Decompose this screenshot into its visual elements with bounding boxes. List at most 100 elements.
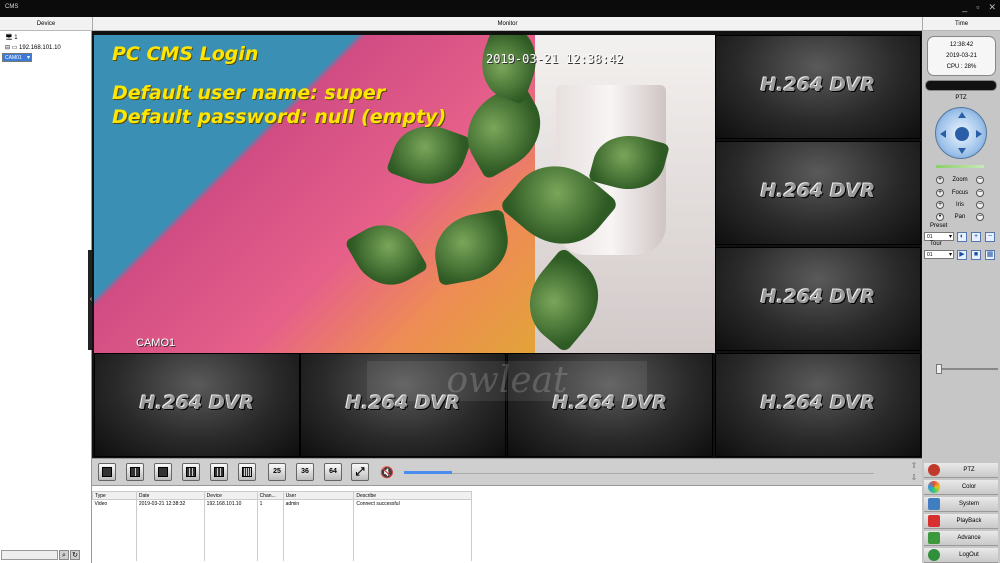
- device-toolbar: ⌕ ↻: [0, 548, 92, 561]
- focus-out-button[interactable]: −: [976, 189, 984, 197]
- camera-view-main[interactable]: PC CMS Login Default user name: super De…: [94, 35, 715, 353]
- menu-system[interactable]: System: [924, 497, 998, 512]
- scroll-down-icon[interactable]: ⇩: [908, 472, 920, 484]
- scroll-up-icon[interactable]: ⇧: [908, 460, 920, 472]
- layout-1-button[interactable]: [98, 463, 116, 481]
- pan-start-button[interactable]: •: [936, 213, 944, 221]
- layout-4-button[interactable]: [126, 463, 144, 481]
- tour-play-button[interactable]: ▶: [957, 250, 967, 260]
- table-row[interactable]: Video 2019-03-21 12:38:32 192.168.101.10…: [92, 499, 472, 509]
- camera-label: CAMO1: [136, 337, 176, 349]
- channel-tile[interactable]: H.264 DVR: [94, 353, 300, 457]
- fullscreen-button[interactable]: ⤢: [351, 463, 369, 481]
- preset-label: Preset: [930, 223, 948, 229]
- layout-25-button[interactable]: 25: [268, 463, 286, 481]
- time-header: Time: [922, 17, 1000, 31]
- slider-thumb[interactable]: [936, 364, 942, 374]
- minimize-button[interactable]: _: [962, 2, 967, 13]
- ptz-focus-row: + Focus −: [936, 189, 984, 197]
- ptz-direction-pad[interactable]: [935, 107, 987, 159]
- fullscreen-icon: ⤢: [355, 466, 365, 478]
- monitor-icon: [928, 498, 940, 510]
- layout-12-button[interactable]: [210, 463, 228, 481]
- iris-in-button[interactable]: +: [936, 201, 944, 209]
- ptz-right-icon[interactable]: [976, 130, 982, 138]
- layout-9-icon: [186, 467, 196, 477]
- tour-label: Tour: [930, 241, 942, 247]
- clock-date: 2019-03-21: [946, 53, 977, 59]
- device-tree: 🖥 1 ⊟ ▭ 192.168.101.10 CAM01: [0, 31, 91, 62]
- volume-slider[interactable]: [404, 471, 452, 474]
- advance-icon: [928, 532, 940, 544]
- col-type[interactable]: Type: [92, 491, 137, 500]
- clock-display: 12:38:42 2019-03-21 CPU : 28%: [927, 36, 996, 76]
- window-title: CMS: [5, 4, 19, 10]
- layout-64-button[interactable]: 64: [324, 463, 342, 481]
- device-header: Device: [0, 17, 92, 31]
- channel-cam01[interactable]: CAM01: [2, 53, 32, 62]
- menu-ptz[interactable]: PTZ: [924, 463, 998, 478]
- col-user[interactable]: User: [282, 491, 355, 500]
- search-icon[interactable]: ⌕: [59, 549, 69, 560]
- close-button[interactable]: ✕: [988, 2, 996, 13]
- preset-add-button[interactable]: +: [971, 232, 981, 242]
- status-bar: [925, 80, 997, 91]
- watermark: owleat: [367, 361, 647, 401]
- channel-tile[interactable]: H.264 DVR: [715, 247, 921, 351]
- preset-remove-button[interactable]: −: [985, 232, 995, 242]
- ptz-icon: [928, 464, 940, 476]
- ptz-up-icon[interactable]: [958, 112, 966, 118]
- tour-stop-button[interactable]: ■: [971, 250, 981, 260]
- color-icon: [928, 481, 940, 493]
- iris-out-button[interactable]: −: [976, 201, 984, 209]
- device-filter-field[interactable]: [1, 549, 58, 560]
- channel-tile[interactable]: H.264 DVR: [715, 353, 921, 457]
- layout-6-button[interactable]: [154, 463, 172, 481]
- col-date[interactable]: Date: [135, 491, 205, 500]
- col-channel[interactable]: Chan...: [256, 491, 284, 500]
- col-device[interactable]: Device: [203, 491, 258, 500]
- menu-color[interactable]: Color: [924, 480, 998, 495]
- focus-in-button[interactable]: +: [936, 189, 944, 197]
- monitor-header: Monitor: [92, 17, 922, 31]
- channel-tile[interactable]: H.264 DVR: [715, 141, 921, 245]
- layout-toolbar: 25 36 64 ⤢ 🔇 ⇧ ⇩: [92, 458, 922, 487]
- ptz-label: PTZ: [955, 95, 967, 101]
- volume-track[interactable]: [404, 473, 874, 474]
- ptz-speed-slider[interactable]: [936, 165, 984, 168]
- monitor-grid: PC CMS Login Default user name: super De…: [92, 31, 922, 458]
- layout-16-icon: [242, 467, 252, 477]
- device-panel: 🖥 1 ⊟ ▭ 192.168.101.10 CAM01 ⌕ ↻: [0, 31, 92, 563]
- layout-1-icon: [102, 467, 112, 477]
- mute-icon[interactable]: 🔇: [380, 466, 394, 479]
- tour-select[interactable]: 01: [924, 250, 954, 259]
- maximize-button[interactable]: ▫: [976, 2, 979, 13]
- menu-playback[interactable]: PlayBack: [924, 514, 998, 529]
- channel-tile[interactable]: H.264 DVR: [715, 35, 921, 139]
- preset-call-button[interactable]: ◐: [957, 232, 967, 242]
- overlay-title: PC CMS Login: [112, 43, 259, 65]
- right-panel: 12:38:42 2019-03-21 CPU : 28% PTZ + Zoom…: [922, 31, 1000, 563]
- menu-advance[interactable]: Advance: [924, 531, 998, 546]
- layout-36-button[interactable]: 36: [296, 463, 314, 481]
- tree-root[interactable]: 🖥 1: [2, 33, 89, 43]
- zoom-out-button[interactable]: −: [976, 176, 984, 184]
- log-scroll-nav[interactable]: ⇧ ⇩: [908, 460, 920, 484]
- pan-stop-button[interactable]: −: [976, 213, 984, 221]
- layout-9-button[interactable]: [182, 463, 200, 481]
- ptz-down-icon[interactable]: [958, 148, 966, 154]
- preset-select[interactable]: 01: [924, 232, 954, 241]
- layout-16-button[interactable]: [238, 463, 256, 481]
- tree-device[interactable]: ⊟ ▭ 192.168.101.10: [2, 43, 89, 53]
- ptz-left-icon[interactable]: [940, 130, 946, 138]
- log-table: Type Date Device Chan... User Describe V…: [92, 491, 472, 561]
- adjust-slider[interactable]: [936, 364, 998, 374]
- ptz-center-icon[interactable]: [955, 127, 969, 141]
- zoom-in-button[interactable]: +: [936, 176, 944, 184]
- tour-grid-button[interactable]: ▦: [985, 250, 995, 260]
- col-describe[interactable]: Describe: [353, 491, 472, 500]
- refresh-icon[interactable]: ↻: [70, 549, 80, 560]
- log-panel: Type Date Device Chan... User Describe V…: [92, 485, 922, 563]
- menu-logout[interactable]: LogOut: [924, 548, 998, 563]
- logout-icon: [928, 549, 940, 561]
